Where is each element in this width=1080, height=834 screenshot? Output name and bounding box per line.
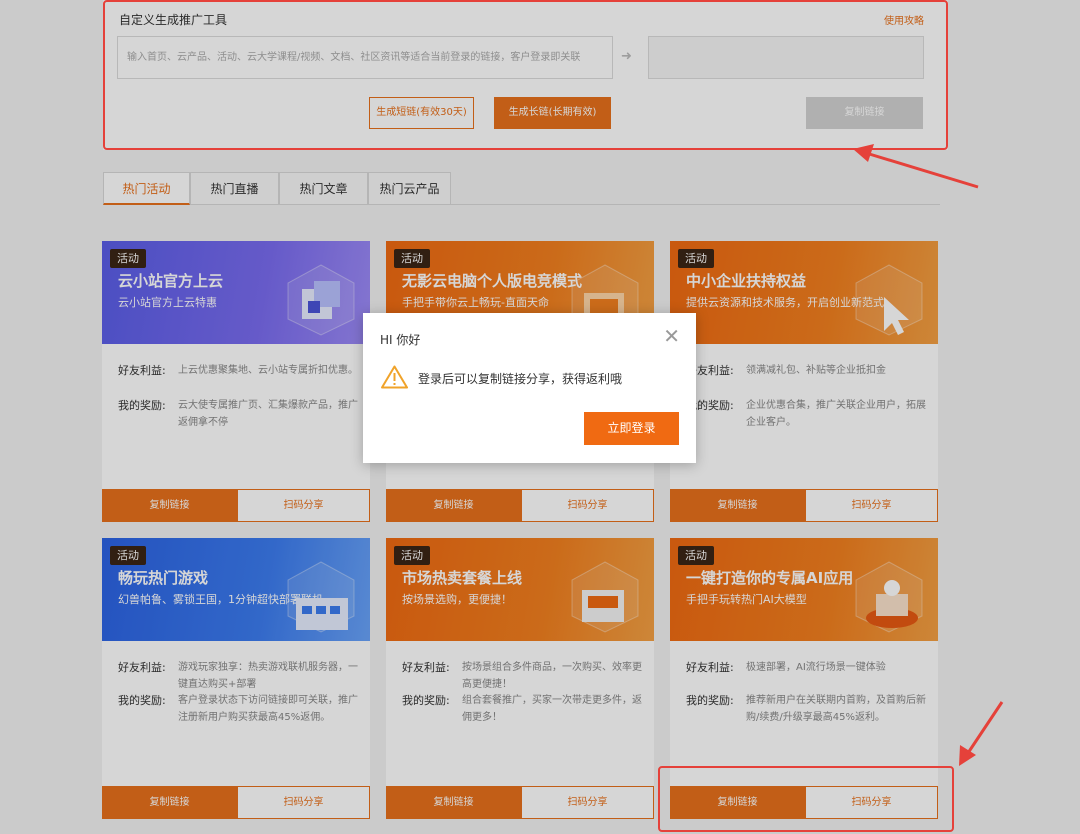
modal-message: 登录后可以复制链接分享，获得返利哦 <box>418 372 623 386</box>
login-now-button[interactable]: 立即登录 <box>584 412 679 445</box>
modal-title: HI 你好 <box>380 333 421 347</box>
close-icon[interactable]: ✕ <box>663 326 680 346</box>
warning-icon <box>381 365 408 389</box>
login-prompt-modal: HI 你好 ✕ 登录后可以复制链接分享，获得返利哦 立即登录 <box>363 313 696 463</box>
